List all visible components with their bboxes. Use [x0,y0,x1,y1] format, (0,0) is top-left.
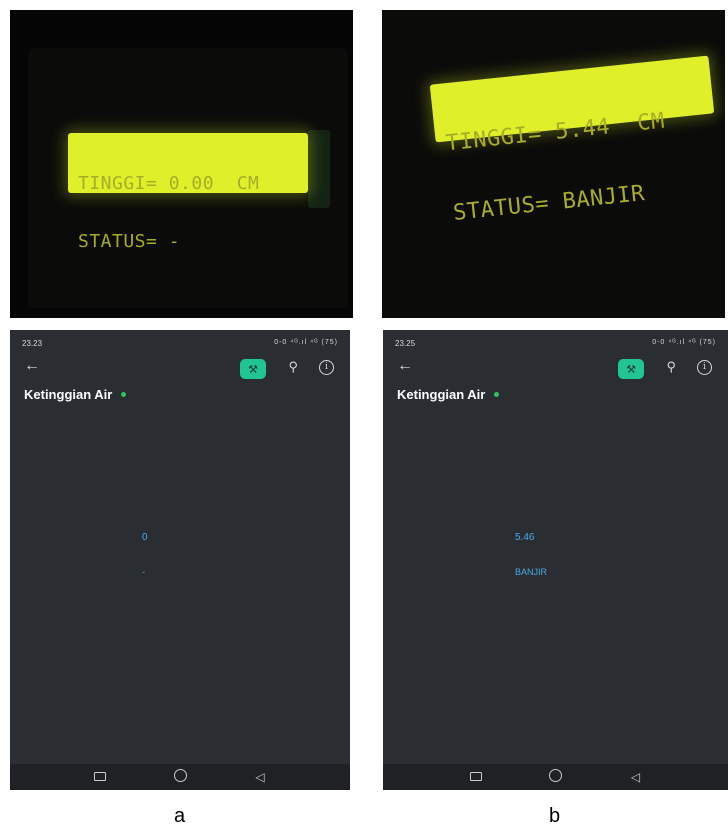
square-icon [94,772,106,781]
wrench-settings-button[interactable]: ⚒ [618,359,644,379]
lcd-photo-b: TINGGI= 5.44 CM STATUS= BANJIR [382,10,725,318]
flood-status-value: BANJIR [515,567,548,577]
back-arrow-icon[interactable]: ← [24,358,40,374]
status-time: 23.23 [22,339,43,348]
wrench-icon: ⚒ [248,363,258,376]
status-bar: 23.23 0-0 ⁴ᴳ.ıl ⁴ᴳ (75) [10,330,350,356]
lcd-photo-a: TINGGI= 0.00 CM STATUS= - [10,10,353,318]
status-icons: 0-0 ⁴ᴳ.ıl ⁴ᴳ (75) [274,339,338,346]
android-nav-bar: ◁ [383,764,728,790]
device-title-row: Ketinggian Air [397,387,500,402]
circuit-board-edge [308,130,330,208]
home-button[interactable] [516,768,596,786]
back-arrow-icon[interactable]: ← [397,358,413,374]
triangle-back-icon: ◁ [630,770,641,784]
water-height-value: 0 [142,532,148,543]
wrench-settings-button[interactable]: ⚒ [240,359,266,379]
app-bar: ← ⚒ ⚲ i [10,356,350,382]
page-title: Ketinggian Air [397,387,486,402]
triangle-back-icon: ◁ [255,770,265,784]
status-icons: 0-0 ⁴ᴳ.ıl ⁴ᴳ (75) [652,339,716,346]
device-title-row: Ketinggian Air [24,387,127,402]
info-icon[interactable]: i [319,360,334,375]
lcd-line-status: STATUS= BANJIR [452,180,647,226]
wrench-icon: ⚒ [626,363,636,376]
info-icon[interactable]: i [697,360,712,375]
online-status-dot [121,392,127,397]
circle-icon [173,768,187,782]
nav-back-button[interactable]: ◁ [220,771,300,783]
square-icon [469,772,482,781]
page-title: Ketinggian Air [24,387,113,402]
nav-back-button[interactable]: ◁ [596,771,676,783]
lcd-line-status: STATUS= - [78,231,181,252]
lcd-display: TINGGI= 0.00 CM STATUS= - [68,133,308,251]
bell-icon[interactable]: ⚲ [666,360,676,373]
figure-caption-b: b [549,805,561,827]
home-button[interactable] [140,768,220,786]
app-bar: ← ⚒ ⚲ i [383,356,728,382]
water-height-value: 5.46 [515,532,535,543]
bell-icon[interactable]: ⚲ [288,360,298,373]
flood-status-value: - [142,567,145,577]
figure-caption-a: a [174,805,186,827]
phone-screen-b: 23.25 0-0 ⁴ᴳ.ıl ⁴ᴳ (75) ← ⚒ ⚲ i Ketinggi… [383,330,728,790]
status-bar: 23.25 0-0 ⁴ᴳ.ıl ⁴ᴳ (75) [383,330,728,356]
phone-screen-a: 23.23 0-0 ⁴ᴳ.ıl ⁴ᴳ (75) ← ⚒ ⚲ i Ketinggi… [10,330,350,790]
recent-apps-button[interactable] [436,769,516,785]
circle-icon [549,768,562,782]
lcd-line-height: TINGGI= 0.00 CM [78,173,260,194]
android-nav-bar: ◁ [10,764,350,790]
recent-apps-button[interactable] [60,769,140,785]
status-time: 23.25 [395,339,416,348]
lcd-line-height: TINGGI= 5.44 CM [444,108,667,157]
online-status-dot [494,392,500,397]
